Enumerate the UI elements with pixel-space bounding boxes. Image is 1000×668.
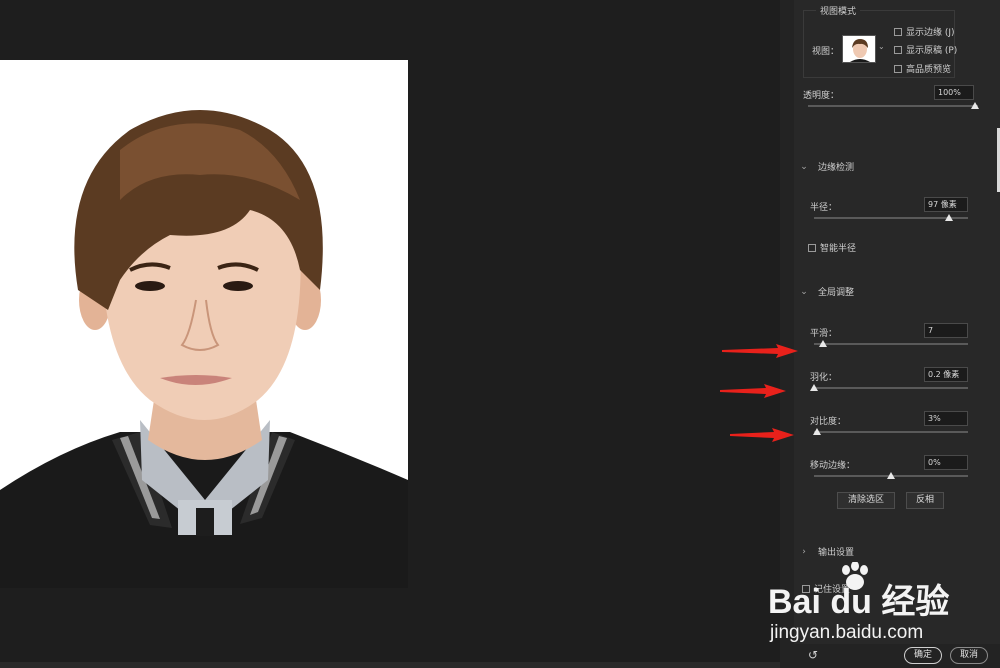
baidu-jingyan-watermark: Bai du 经验 jingyan.baidu.com <box>768 562 978 652</box>
canvas-area[interactable] <box>0 0 780 668</box>
portrait-photo <box>0 60 408 588</box>
shift-edge-label: 移动边缘： <box>810 461 856 471</box>
high-quality-label: 高品质预览 <box>906 65 952 75</box>
annotation-arrow-icon <box>720 384 786 398</box>
show-original-option[interactable]: 显示原稿 (P) <box>894 43 957 56</box>
view-mode-group: 视图模式 视图： ⌄ 显示边缘 (J) 显示原稿 (P) 高品质预览 <box>803 4 957 78</box>
chevron-down-icon: ⌄ <box>800 286 808 297</box>
chevron-down-icon[interactable]: ⌄ <box>878 42 885 51</box>
view-label: 视图： <box>812 47 840 57</box>
opacity-label: 透明度： <box>803 91 840 101</box>
feather-slider-handle[interactable] <box>810 384 818 391</box>
edge-detection-header[interactable]: ⌄ 边缘检测 <box>800 160 855 174</box>
smart-radius-label: 智能半径 <box>820 244 857 254</box>
feather-slider[interactable] <box>814 387 968 389</box>
canvas-scrollbar[interactable] <box>0 662 780 668</box>
high-quality-checkbox[interactable] <box>894 64 902 73</box>
invert-button[interactable]: 反相 <box>906 492 944 509</box>
radius-slider-handle[interactable] <box>945 214 953 221</box>
view-mode-title: 视图模式 <box>816 4 861 17</box>
show-edge-checkbox[interactable] <box>894 27 902 36</box>
global-refine-title: 全局调整 <box>818 288 855 298</box>
opacity-slider[interactable] <box>808 105 978 107</box>
annotation-arrow-icon <box>730 428 794 442</box>
smooth-slider-handle[interactable] <box>819 340 827 347</box>
thumbnail-portrait <box>843 36 875 62</box>
annotation-arrow-icon <box>722 344 798 358</box>
show-edge-label: 显示边缘 (J) <box>906 28 955 38</box>
view-thumbnail[interactable] <box>842 35 876 63</box>
edge-detection-title: 边缘检测 <box>818 163 855 173</box>
contrast-input[interactable]: 3% <box>924 411 968 426</box>
chevron-right-icon: › <box>802 546 806 557</box>
watermark-url: jingyan.baidu.com <box>770 622 924 643</box>
output-settings-title: 输出设置 <box>818 548 855 558</box>
show-edge-option[interactable]: 显示边缘 (J) <box>894 25 955 38</box>
contrast-label: 对比度： <box>810 417 847 427</box>
global-refine-header[interactable]: ⌄ 全局调整 <box>800 285 855 299</box>
opacity-slider-handle[interactable] <box>971 102 979 109</box>
shift-edge-slider-handle[interactable] <box>887 472 895 479</box>
smooth-input[interactable]: 7 <box>924 323 968 338</box>
contrast-slider[interactable] <box>814 431 968 433</box>
smooth-label: 平滑： <box>810 329 838 339</box>
opacity-input[interactable]: 100% <box>934 85 974 100</box>
smart-radius-option[interactable]: 智能半径 <box>808 241 856 254</box>
document-image[interactable] <box>0 60 408 588</box>
show-original-checkbox[interactable] <box>894 45 902 54</box>
show-original-label: 显示原稿 (P) <box>906 46 958 56</box>
shift-edge-input[interactable]: 0% <box>924 455 968 470</box>
radius-label: 半径： <box>810 203 838 213</box>
feather-input[interactable]: 0.2 像素 <box>924 367 968 382</box>
feather-label: 羽化： <box>810 373 838 383</box>
chevron-down-icon: ⌄ <box>800 161 808 172</box>
clear-selection-button[interactable]: 清除选区 <box>837 492 895 509</box>
contrast-slider-handle[interactable] <box>813 428 821 435</box>
watermark-brand: Bai du 经验 <box>768 583 950 621</box>
smart-radius-checkbox[interactable] <box>808 243 816 252</box>
high-quality-option[interactable]: 高品质预览 <box>894 62 951 75</box>
radius-input[interactable]: 97 像素 <box>924 197 968 212</box>
smooth-slider[interactable] <box>814 343 968 345</box>
output-settings-header[interactable]: › 输出设置 <box>800 545 855 559</box>
